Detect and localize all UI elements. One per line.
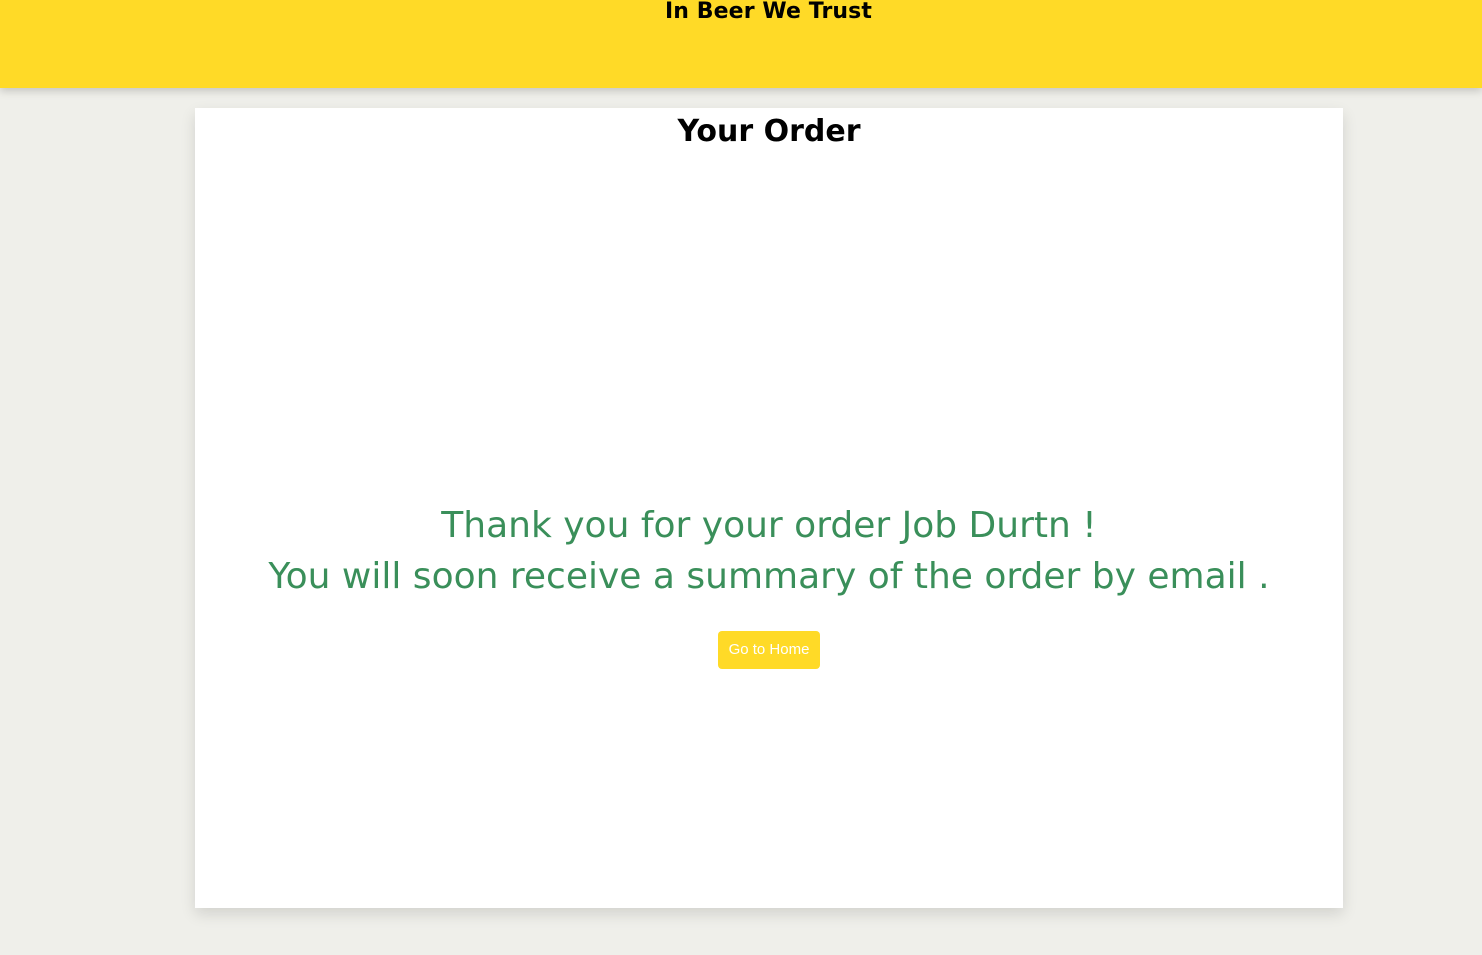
page-title: Your Order (677, 114, 861, 149)
go-to-home-button[interactable]: Go to Home (718, 631, 820, 669)
brand-title: In Beer We Trust (664, 0, 872, 24)
email-summary-message: You will soon receive a summary of the o… (268, 556, 1270, 597)
order-card: Your Order Thank you for your order Job … (195, 108, 1343, 908)
order-confirmation-message: Thank you for your order Job Durtn ! You… (195, 500, 1343, 602)
site-header: In Beer We Trust (0, 0, 1482, 88)
thank-you-message: Thank you for your order Job Durtn ! (441, 505, 1097, 546)
